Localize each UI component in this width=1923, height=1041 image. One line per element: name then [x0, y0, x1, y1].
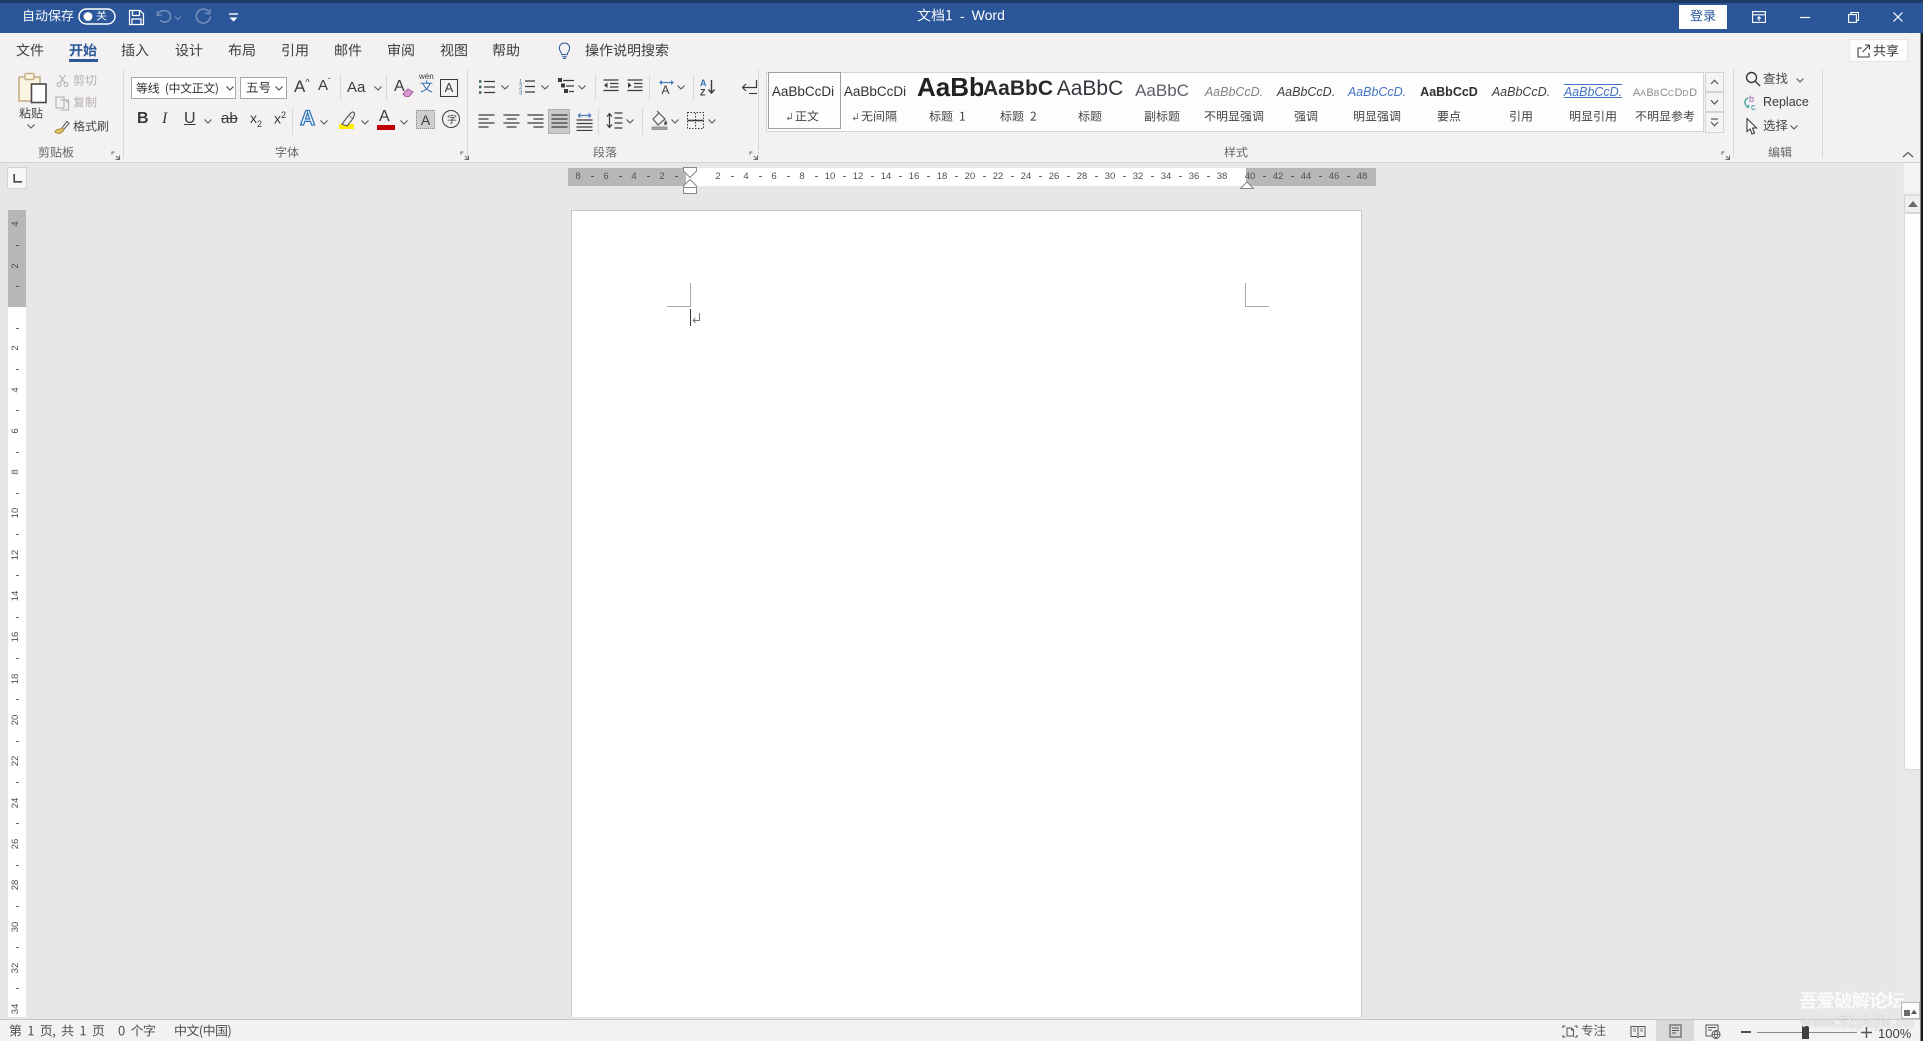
svg-text:A: A [662, 83, 670, 95]
svg-text:c: c [1751, 102, 1756, 111]
svg-text:A: A [700, 78, 707, 88]
svg-text:Z: Z [700, 88, 706, 97]
svg-text:3: 3 [519, 91, 523, 96]
